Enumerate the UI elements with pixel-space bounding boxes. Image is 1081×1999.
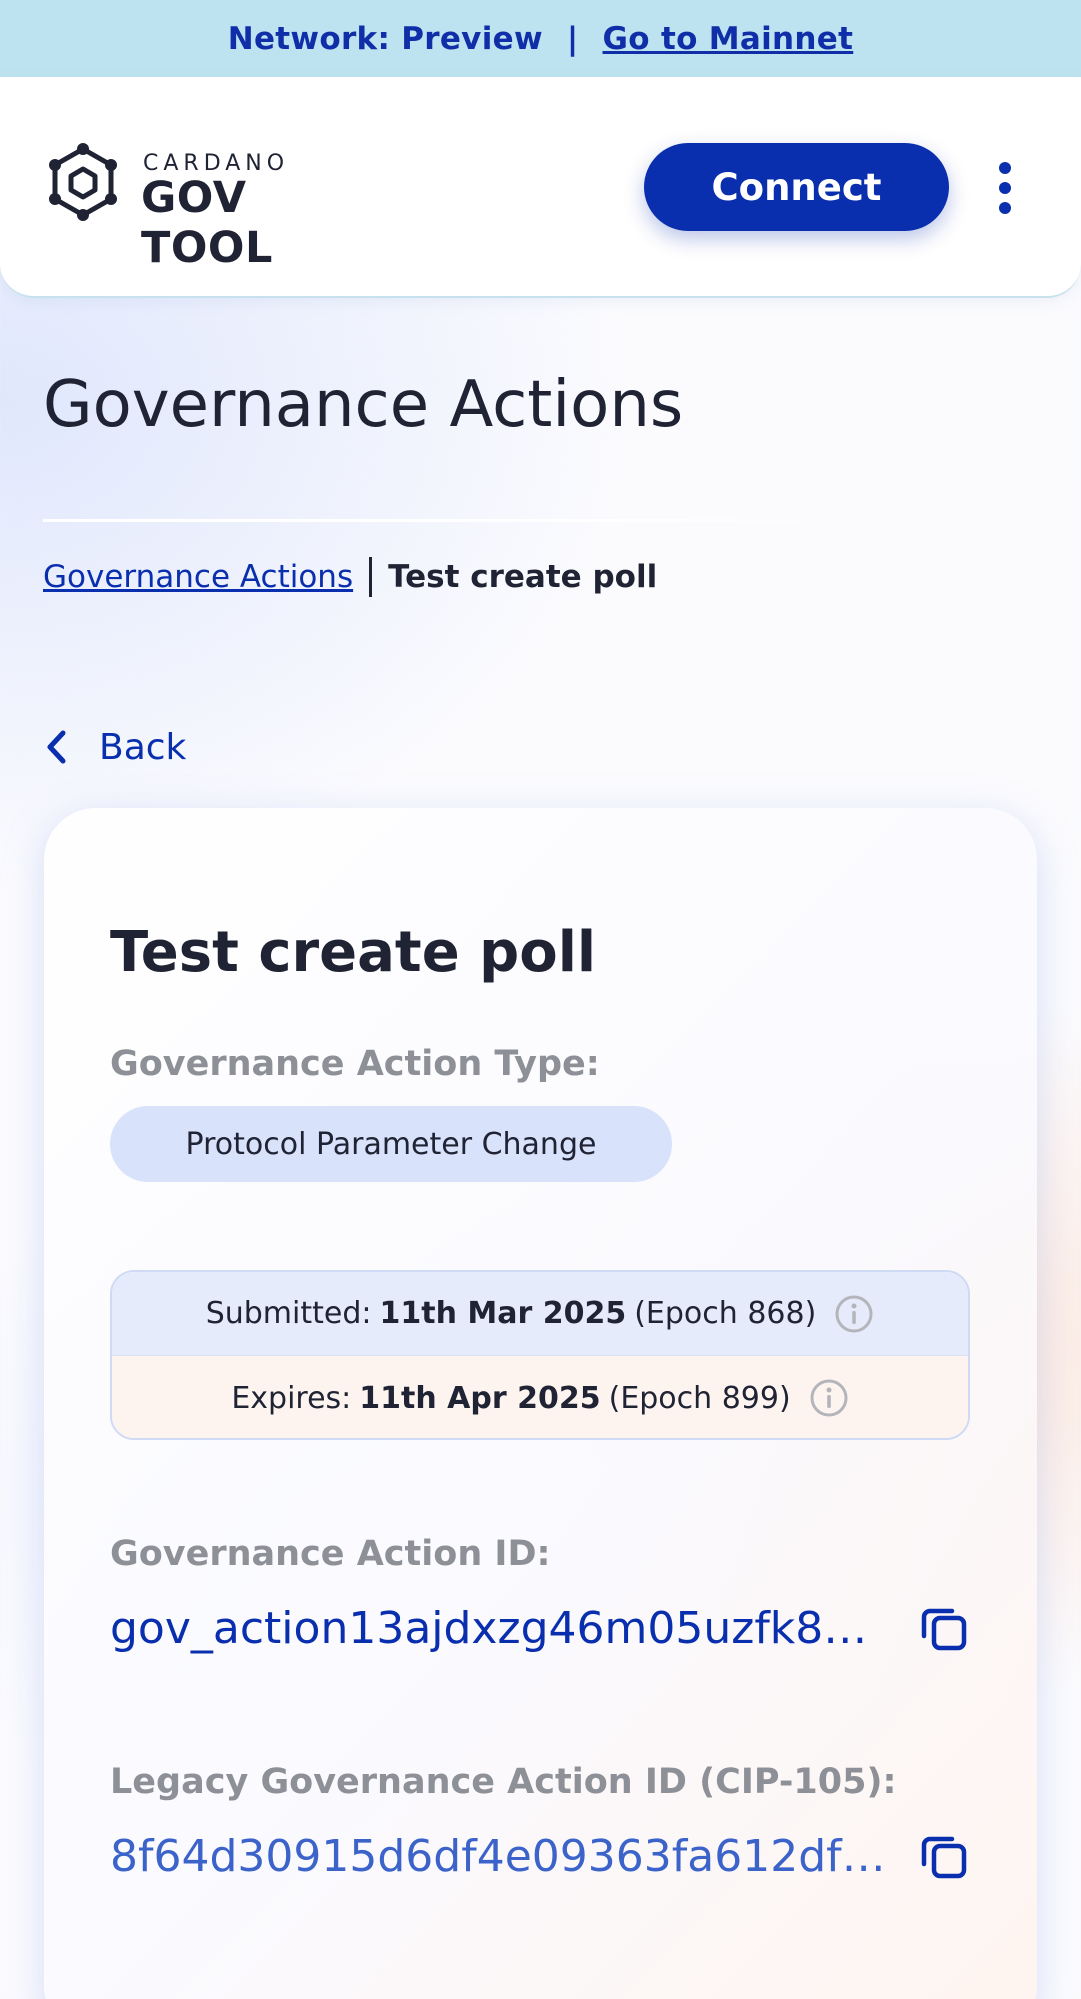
action-id-row: gov_action13ajdxzg46m05uzfk87n… [110,1598,970,1658]
cardano-hexagon-logo-icon [49,143,117,221]
action-id-label: Governance Action ID: [110,1534,551,1574]
expires-prefix: Expires: [231,1380,352,1416]
network-banner: Network: Preview | Go to Mainnet [0,0,1081,77]
copy-icon[interactable] [918,1602,970,1654]
expires-row: Expires: 11th Apr 2025 (Epoch 899) [112,1356,968,1438]
submitted-date: 11th Mar 2025 [379,1296,627,1331]
breadcrumb-current: Test create poll [388,559,658,595]
info-icon[interactable] [834,1294,874,1334]
governance-action-card: Test create poll Governance Action Type:… [44,808,1037,1999]
breadcrumb: Governance Actions Test create poll [43,555,657,599]
submitted-epoch: (Epoch 868) [634,1296,817,1331]
breadcrumb-separator [369,557,373,597]
logo-big-text: GOV TOOL [141,173,273,273]
go-to-mainnet-link[interactable]: Go to Mainnet [603,21,854,57]
action-title: Test create poll [110,920,597,985]
top-header: CARDANO GOV TOOL Connect [0,77,1081,298]
banner-separator: | [566,20,579,57]
connect-button[interactable]: Connect [644,143,949,231]
back-button[interactable]: Back [43,722,186,772]
expires-date: 11th Apr 2025 [359,1380,601,1416]
submitted-row: Submitted: 11th Mar 2025 (Epoch 868) [112,1272,968,1356]
back-label: Back [99,726,187,768]
action-type-label: Governance Action Type: [110,1044,600,1084]
page-title: Governance Actions [43,368,684,442]
kebab-menu-icon[interactable] [990,161,1020,215]
info-icon[interactable] [809,1378,849,1418]
title-divider [43,519,833,522]
copy-icon[interactable] [918,1830,970,1882]
dates-panel: Submitted: 11th Mar 2025 (Epoch 868) Exp… [110,1270,970,1440]
legacy-id-value[interactable]: 8f64d30915d6df4e09363fa612dfac… [110,1831,890,1882]
chevron-left-icon [47,730,66,764]
gov-tool-logo[interactable]: CARDANO GOV TOOL [43,143,383,273]
expires-epoch: (Epoch 899) [608,1380,791,1416]
breadcrumb-link-governance-actions[interactable]: Governance Actions [43,559,353,595]
action-type-pill: Protocol Parameter Change [110,1106,672,1182]
network-status-text: Network: Preview [227,20,543,57]
legacy-id-label: Legacy Governance Action ID (CIP-105): [110,1762,897,1802]
action-id-value[interactable]: gov_action13ajdxzg46m05uzfk87n… [110,1603,890,1654]
submitted-prefix: Submitted: [205,1296,372,1331]
legacy-id-row: 8f64d30915d6df4e09363fa612dfac… [110,1826,970,1886]
